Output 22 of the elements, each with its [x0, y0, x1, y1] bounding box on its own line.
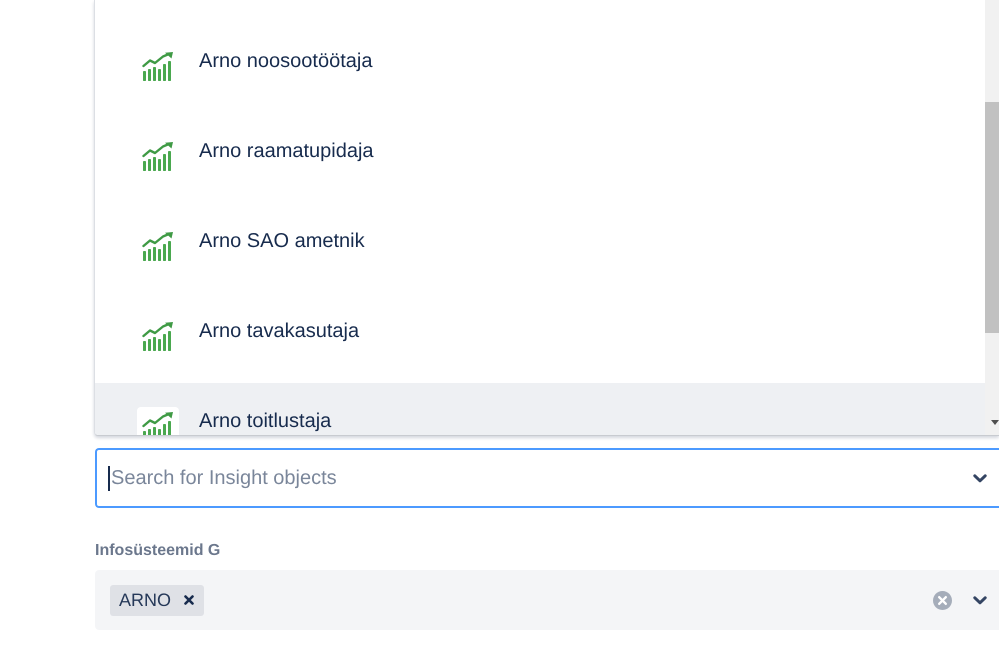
chart-icon — [142, 412, 174, 435]
option-label: Arno toitlustaja — [199, 410, 332, 432]
scrollbar-thumb[interactable] — [985, 102, 999, 333]
chart-icon — [142, 142, 174, 171]
chevron-down-icon[interactable] — [973, 474, 987, 483]
scroll-down-arrow-icon[interactable] — [991, 420, 999, 425]
chart-icon — [142, 232, 174, 261]
text-cursor — [108, 466, 110, 491]
search-field[interactable]: Search for Insight objects — [95, 448, 999, 508]
option-label: Arno SAO ametnik — [199, 230, 365, 252]
dropdown-option[interactable]: Arno toitlustaja — [95, 383, 985, 435]
multi-select-field[interactable]: ARNO — [95, 570, 999, 630]
field-label: Infosüsteemid G — [95, 541, 220, 561]
tag-label: ARNO — [119, 590, 172, 610]
option-label: Arno noosootöötaja — [199, 50, 372, 72]
option-label: Arno tavakasutaja — [199, 320, 360, 342]
close-icon[interactable] — [184, 595, 194, 605]
option-label: Arno raamatupidaja — [199, 140, 374, 162]
chart-icon — [142, 322, 174, 351]
scrollbar-track[interactable] — [985, 0, 999, 435]
chevron-down-icon[interactable] — [973, 596, 987, 604]
chart-icon — [142, 52, 174, 81]
